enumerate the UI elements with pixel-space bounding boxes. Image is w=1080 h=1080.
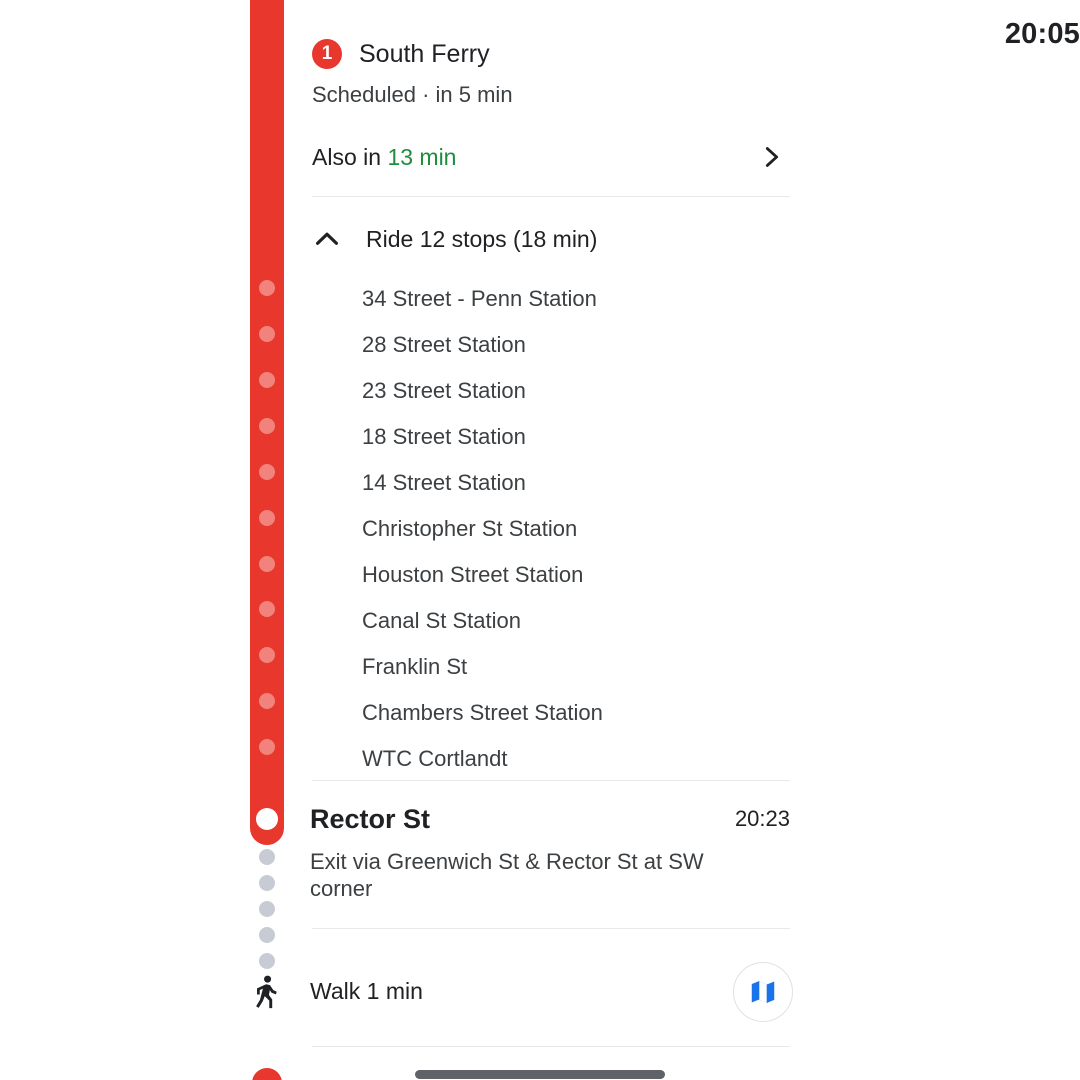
rail-stop-dot <box>259 693 275 709</box>
chevron-right-icon[interactable] <box>758 144 784 170</box>
also-minutes: 13 min <box>387 144 457 170</box>
rail-stop-dot <box>259 739 275 755</box>
list-item[interactable]: 34 Street - Penn Station <box>362 276 792 322</box>
arrival-station-name: Rector St <box>310 804 431 834</box>
list-item[interactable]: 23 Street Station <box>362 368 792 414</box>
list-item[interactable]: Christopher St Station <box>362 506 792 552</box>
departure-status: Scheduled · in 5 min <box>312 82 513 107</box>
arrival-exit-note: Exit via Greenwich St & Rector St at SW … <box>310 849 704 901</box>
ride-stops-toggle[interactable]: Ride 12 stops (18 min) <box>312 220 790 258</box>
walk-path-dot <box>259 849 275 865</box>
list-item[interactable]: WTC Cortlandt <box>362 736 792 782</box>
list-item[interactable]: 28 Street Station <box>362 322 792 368</box>
list-item[interactable]: Houston Street Station <box>362 552 792 598</box>
list-item[interactable]: 14 Street Station <box>362 460 792 506</box>
departure-row[interactable]: 1 South Ferry <box>312 38 790 70</box>
show-on-map-button[interactable] <box>733 962 793 1022</box>
chevron-up-icon[interactable] <box>312 224 342 254</box>
walk-path-dot <box>259 927 275 943</box>
rail-stop-dot <box>259 372 275 388</box>
map-icon <box>751 981 775 1003</box>
rail-stop-dot <box>259 418 275 434</box>
also-departures-row[interactable]: Also in 13 min <box>312 140 790 178</box>
rail-stop-dot <box>259 647 275 663</box>
walk-path-dot <box>259 901 275 917</box>
transit-directions-screen: 1 South Ferry 20:05 Scheduled · in 5 min… <box>0 0 1080 1080</box>
section-divider <box>312 928 790 929</box>
section-divider <box>312 1046 790 1047</box>
walk-step-label: Walk 1 min <box>310 978 423 1004</box>
section-divider <box>312 196 790 197</box>
rail-stop-dot <box>259 510 275 526</box>
home-indicator-bar[interactable] <box>415 1070 665 1079</box>
also-prefix: Also in <box>312 144 388 170</box>
list-item[interactable]: Chambers Street Station <box>362 690 792 736</box>
transit-line-rail <box>250 0 284 810</box>
subway-line-badge: 1 <box>312 39 342 69</box>
walk-path-dot <box>259 875 275 891</box>
arrival-time: 20:23 <box>734 806 790 831</box>
list-item[interactable]: 18 Street Station <box>362 414 792 460</box>
departure-time: 20:05 <box>1004 18 1080 50</box>
rail-stop-dot <box>259 280 275 296</box>
next-leg-marker <box>252 1068 282 1080</box>
rail-stop-dot <box>259 326 275 342</box>
departure-destination: South Ferry <box>359 40 490 68</box>
section-divider <box>312 780 790 781</box>
rail-arrival-marker <box>256 808 278 830</box>
pedestrian-icon <box>256 975 277 1009</box>
rail-stop-dot <box>259 464 275 480</box>
list-item[interactable]: Canal St Station <box>362 598 792 644</box>
list-item[interactable]: Franklin St <box>362 644 792 690</box>
ride-stops-label: Ride 12 stops (18 min) <box>366 225 598 252</box>
stop-list: 34 Street - Penn Station 28 Street Stati… <box>362 276 792 782</box>
walk-path-dot <box>259 953 275 969</box>
also-departures-label: Also in 13 min <box>312 140 790 174</box>
rail-stop-dot <box>259 601 275 617</box>
rail-stop-dot <box>259 556 275 572</box>
